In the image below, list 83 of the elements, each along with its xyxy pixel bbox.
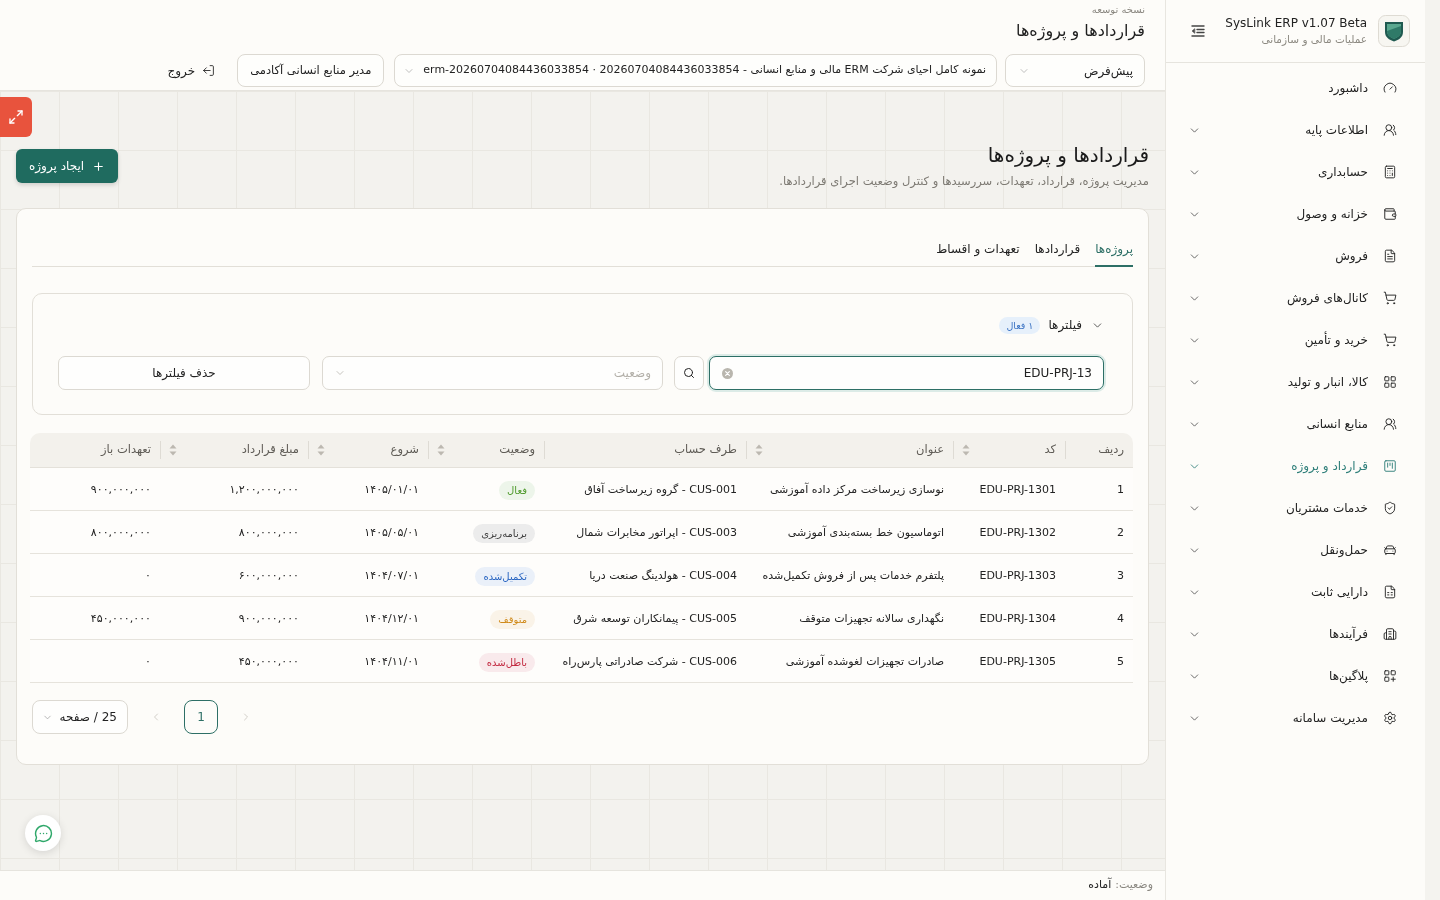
page-size-select[interactable]: 25 / صفحه (32, 700, 128, 734)
plus-icon (92, 159, 106, 173)
cart-icon (1383, 333, 1397, 347)
sidebar-item[interactable]: منابع انسانی (1166, 403, 1425, 445)
users-icon (1383, 123, 1397, 137)
search-icon (683, 367, 695, 379)
logout-button[interactable]: خروج (163, 54, 220, 87)
sidebar-item[interactable]: پلاگین‌ها (1166, 655, 1425, 697)
fullscreen-button[interactable] (0, 97, 32, 137)
document-icon (1383, 249, 1397, 263)
wallet-icon (1383, 207, 1397, 221)
menu-icon[interactable] (1191, 25, 1205, 37)
sidebar-item[interactable]: حمل‌ونقل (1166, 529, 1425, 571)
logout-icon (202, 64, 216, 77)
search-button[interactable] (674, 356, 704, 390)
sort-icon[interactable] (755, 444, 763, 456)
column-header: شروع (390, 441, 419, 459)
settings-icon (1383, 711, 1397, 725)
app-subtitle: عملیات مالی و سازمانی (1260, 32, 1367, 47)
sidebar-item[interactable]: دارایی ثابت (1166, 571, 1425, 613)
sidebar-item[interactable]: اطلاعات پایه (1166, 109, 1425, 151)
tab[interactable]: پروژه‌ها (1095, 233, 1133, 267)
page-title: قراردادها و پروژه‌ها (987, 142, 1149, 169)
create-project-button[interactable]: ایجاد پروژه (16, 149, 119, 183)
sort-icon[interactable] (962, 444, 970, 456)
role-button[interactable]: مدیر منابع انسانی آکادمی (237, 54, 385, 87)
company-select[interactable]: نمونه کامل احیای شرکت ERM مالی و منابع انسانی - 20260704084436033854 · erm-20260704084436033854 (394, 54, 997, 87)
clear-icon[interactable] (722, 367, 733, 379)
environment-label: نسخه توسعه (1091, 3, 1145, 16)
column-header: عنوان (916, 441, 944, 459)
expand-icon (8, 109, 24, 125)
profile-select[interactable]: پیش‌فرض (1005, 54, 1145, 87)
gauge-icon (1383, 81, 1397, 95)
shield-check-icon (1383, 501, 1397, 515)
sidebar-item[interactable]: فرآیندها (1166, 613, 1425, 655)
clear-filters-button[interactable]: حذف فیلترها (58, 356, 310, 390)
status-tag: برنامه‌ریزی (473, 524, 535, 543)
shield-logo-icon (1378, 15, 1410, 47)
sidebar-item[interactable]: خرید و تأمین (1166, 319, 1425, 361)
active-filter-tag: ۱ فعال (999, 316, 1041, 334)
header-title: قراردادها و پروژه‌ها (1016, 20, 1145, 42)
tab[interactable]: قراردادها (1034, 233, 1081, 267)
sidebar-item[interactable]: کانال‌های فروش (1166, 277, 1425, 319)
sidebar-item[interactable]: قرارداد و پروژه (1166, 445, 1425, 487)
sidebar-item[interactable]: داشبورد (1166, 67, 1425, 109)
filters-toggle[interactable]: فیلترها (1048, 316, 1104, 334)
sidebar-item[interactable]: کالا، انبار و تولید (1166, 361, 1425, 403)
status-tag: فعال (499, 481, 535, 500)
status-tag: متوقف (490, 610, 535, 629)
column-header: وضعیت (499, 441, 535, 459)
status-tag: تکمیل‌شده (475, 567, 535, 586)
chat-button[interactable] (25, 815, 61, 851)
status-tag: باطل‌شده (478, 653, 535, 672)
cart-icon (1383, 291, 1397, 305)
spreadsheet-icon (1383, 585, 1397, 599)
sidebar-item[interactable]: فروش (1166, 235, 1425, 277)
calculator-icon (1383, 165, 1397, 179)
grid-icon (1383, 375, 1397, 389)
app-title: SysLink ERP v1.07 Beta (1225, 15, 1367, 31)
column-header: مبلغ قرارداد (241, 441, 299, 459)
building-icon (1383, 627, 1397, 641)
sort-icon[interactable] (437, 444, 445, 456)
sort-icon[interactable] (317, 444, 325, 456)
sidebar-item[interactable]: خدمات مشتریان (1166, 487, 1425, 529)
tab[interactable]: تعهدات و اقساط (936, 233, 1020, 267)
column-header: طرف حساب (674, 441, 737, 459)
column-header: کد (1044, 441, 1056, 459)
chat-icon (33, 823, 53, 843)
grid-plus-icon (1383, 669, 1397, 683)
page-button[interactable]: 1 (184, 700, 218, 734)
kanban-icon (1383, 459, 1397, 473)
status-value: آماده (1088, 877, 1112, 894)
car-icon (1383, 543, 1397, 557)
search-field[interactable]: EDU-PRJ-13 (709, 356, 1104, 390)
page-subtitle: مدیریت پروژه، قرارداد، تعهدات، سررسیدها و کنترل وضعیت اجرای قراردادها. (779, 173, 1149, 189)
sidebar-item[interactable]: خزانه و وصول (1166, 193, 1425, 235)
users-icon (1383, 417, 1397, 431)
sidebar-item[interactable]: مدیریت سامانه (1166, 697, 1425, 739)
column-header: تعهدات باز (100, 441, 151, 459)
sidebar-item[interactable]: حسابداری (1166, 151, 1425, 193)
sort-icon[interactable] (169, 444, 177, 456)
status-label: وضعیت: (1115, 877, 1153, 894)
column-header: ردیف (1098, 441, 1124, 459)
